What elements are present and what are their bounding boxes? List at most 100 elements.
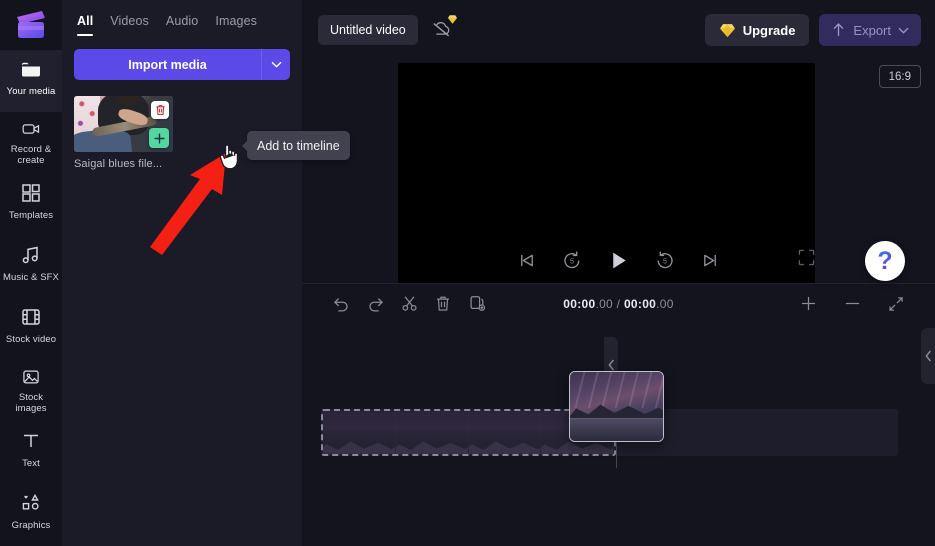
media-panel: All Videos Audio Images Import media xyxy=(62,0,302,546)
total-time-frac: .00 xyxy=(656,297,674,311)
help-button[interactable]: ? xyxy=(865,241,905,281)
media-item-name: Saigal blues file... xyxy=(74,158,173,170)
forward-5-icon: 5 xyxy=(655,250,675,270)
fit-to-screen-icon xyxy=(888,296,904,312)
current-time: 00:00 xyxy=(563,297,595,311)
sidebar-item-music-sfx[interactable]: Music & SFX xyxy=(0,236,62,298)
timeline-toolbar: 00:00.00 / 00:00.00 xyxy=(302,283,935,323)
current-time-frac: .00 xyxy=(595,297,613,311)
sidebar-item-label: Templates xyxy=(9,210,53,221)
delete-button[interactable] xyxy=(426,295,460,312)
forward-5s-button[interactable]: 5 xyxy=(655,250,675,270)
sidebar-item-stock-images[interactable]: Stock images xyxy=(0,360,62,422)
split-button[interactable] xyxy=(392,295,426,312)
play-icon xyxy=(608,250,629,271)
image-icon xyxy=(19,367,43,387)
placeholder-frame xyxy=(396,411,469,454)
tab-all[interactable]: All xyxy=(77,14,93,36)
duplicate-icon xyxy=(469,295,486,312)
import-media-button[interactable]: Import media xyxy=(74,49,261,80)
diamond-icon xyxy=(719,23,736,38)
tab-audio[interactable]: Audio xyxy=(166,14,198,36)
zoom-out-button[interactable] xyxy=(835,295,869,312)
fullscreen-icon xyxy=(798,249,815,266)
redo-button[interactable] xyxy=(358,296,392,312)
delete-media-button[interactable] xyxy=(151,101,169,119)
sidebar-item-label: Text xyxy=(22,458,40,469)
sidebar-item-your-media[interactable]: Your media xyxy=(0,50,62,112)
tooltip-add-to-timeline: Add to timeline xyxy=(247,131,350,160)
app-logo[interactable] xyxy=(0,0,62,50)
sidebar-item-label: Your media xyxy=(7,86,56,97)
diamond-premium-icon xyxy=(447,14,458,25)
chevron-left-icon xyxy=(925,350,932,362)
sidebar-item-label: Stock video xyxy=(6,334,56,345)
sidebar-item-templates[interactable]: Templates xyxy=(0,174,62,236)
svg-text:5: 5 xyxy=(570,258,574,265)
hand-pointer-cursor xyxy=(217,141,241,171)
trash-icon xyxy=(435,295,451,312)
undo-icon xyxy=(333,296,350,312)
scissors-icon xyxy=(401,295,418,312)
upgrade-label: Upgrade xyxy=(743,23,796,38)
upgrade-button[interactable]: Upgrade xyxy=(705,14,810,46)
tab-videos[interactable]: Videos xyxy=(110,14,149,36)
sidebar-item-label: Stock images xyxy=(2,392,60,414)
redo-icon xyxy=(367,296,384,312)
timeline-zoom-controls xyxy=(791,295,913,312)
shapes-icon xyxy=(19,491,43,515)
tab-images[interactable]: Images xyxy=(215,14,257,36)
play-button[interactable] xyxy=(608,250,629,271)
import-media-group: Import media xyxy=(74,49,290,80)
aspect-ratio-button[interactable]: 16:9 xyxy=(879,65,921,88)
export-button[interactable]: Export xyxy=(819,14,921,46)
duplicate-button[interactable] xyxy=(460,295,494,312)
film-strip-icon xyxy=(19,305,43,329)
chevron-left-icon xyxy=(608,359,615,371)
preview-area: 16:9 5 xyxy=(302,60,935,283)
clipchamp-editor: Your media Record & create Templates xyxy=(0,0,935,546)
zoom-in-button[interactable] xyxy=(791,295,825,312)
timecode-separator: / xyxy=(613,297,624,311)
text-t-icon xyxy=(19,429,43,453)
plus-icon xyxy=(800,295,817,312)
trash-icon xyxy=(155,104,166,116)
music-note-icon xyxy=(19,243,43,267)
folder-icon xyxy=(19,57,43,81)
export-label: Export xyxy=(853,23,891,38)
media-thumbnail[interactable] xyxy=(74,96,173,152)
total-time: 00:00 xyxy=(624,297,656,311)
cloud-save-status[interactable] xyxy=(430,18,456,42)
media-tabs: All Videos Audio Images xyxy=(74,0,290,36)
media-item[interactable]: Saigal blues file... xyxy=(74,96,173,170)
sidebar-item-stock-video[interactable]: Stock video xyxy=(0,298,62,360)
skip-forward-icon xyxy=(701,251,720,270)
sidebar-item-text[interactable]: Text xyxy=(0,422,62,484)
chevron-down-icon xyxy=(271,61,282,68)
sidebar-item-label: Graphics xyxy=(12,520,51,531)
add-to-timeline-button[interactable] xyxy=(149,128,169,148)
sidebar-item-graphics[interactable]: Graphics xyxy=(0,484,62,546)
rewind-5-icon: 5 xyxy=(562,250,582,270)
skip-to-end-button[interactable] xyxy=(701,251,720,270)
placeholder-frame xyxy=(323,411,396,454)
fit-to-screen-button[interactable] xyxy=(879,296,913,312)
timeline-body[interactable] xyxy=(302,323,935,546)
import-media-dropdown[interactable] xyxy=(261,49,290,80)
skip-to-start-button[interactable] xyxy=(517,251,536,270)
upload-arrow-icon xyxy=(831,22,846,38)
collapse-right-panel-button[interactable] xyxy=(921,328,935,384)
chevron-down-icon xyxy=(898,27,909,34)
undo-button[interactable] xyxy=(324,296,358,312)
camera-icon xyxy=(19,119,43,139)
fullscreen-button[interactable] xyxy=(798,249,815,271)
rewind-5s-button[interactable]: 5 xyxy=(562,250,582,270)
sidebar-item-record-create[interactable]: Record & create xyxy=(0,112,62,174)
minus-icon xyxy=(844,295,861,312)
main-stage: Untitled video Upgrade xyxy=(302,0,935,546)
sidebar-item-label: Music & SFX xyxy=(3,272,59,283)
skip-back-icon xyxy=(517,251,536,270)
left-sidebar: Your media Record & create Templates xyxy=(0,0,62,546)
dragged-clip-preview[interactable] xyxy=(569,371,664,442)
project-title[interactable]: Untitled video xyxy=(318,15,418,45)
